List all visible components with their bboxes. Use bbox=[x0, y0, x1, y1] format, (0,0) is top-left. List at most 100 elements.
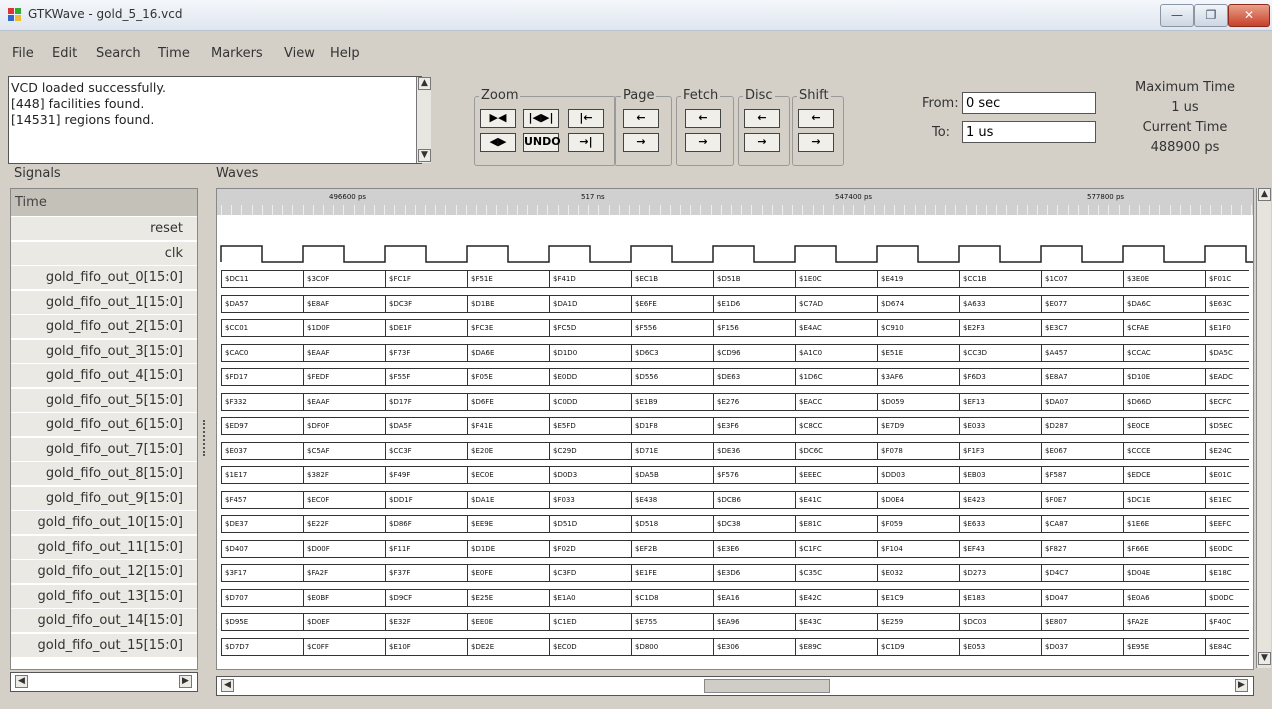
pane-splitter[interactable] bbox=[203, 420, 209, 456]
bus-value: $D00F bbox=[303, 540, 385, 557]
signal-name[interactable]: gold_fifo_out_11[15:0] bbox=[11, 535, 197, 560]
zoom-out-button[interactable]: ◀▶ bbox=[480, 133, 516, 152]
menu-edit[interactable]: Edit bbox=[52, 46, 77, 61]
scroll-up-icon[interactable]: ▲ bbox=[418, 77, 431, 90]
close-button[interactable]: ✕ bbox=[1228, 4, 1270, 27]
shift-right-button[interactable]: → bbox=[798, 133, 834, 152]
scroll-down-icon[interactable]: ▼ bbox=[418, 149, 431, 162]
to-input[interactable] bbox=[962, 121, 1096, 143]
menu-search[interactable]: Search bbox=[96, 46, 141, 61]
bus-value: $D1DE bbox=[467, 540, 549, 557]
ruler-tick bbox=[241, 205, 243, 215]
signal-name[interactable]: gold_fifo_out_10[15:0] bbox=[11, 511, 197, 535]
signal-name[interactable]: gold_fifo_out_14[15:0] bbox=[11, 609, 197, 633]
undo-button[interactable]: UNDO bbox=[523, 133, 561, 152]
maximize-button[interactable]: ❐ bbox=[1194, 4, 1228, 27]
minimize-button[interactable]: — bbox=[1160, 4, 1194, 27]
bus-value: $E89C bbox=[795, 638, 877, 655]
scroll-right-icon[interactable]: ▶ bbox=[1235, 679, 1248, 692]
zoom-fit-button[interactable]: ▶◀ bbox=[480, 109, 516, 128]
from-input[interactable] bbox=[962, 92, 1096, 114]
menu-view[interactable]: View bbox=[284, 46, 315, 61]
waves-pane[interactable]: 496600 ps 517 ns 547400 ps 577800 ps $DC11 $… bbox=[216, 188, 1254, 670]
signal-name[interactable]: gold_fifo_out_8[15:0] bbox=[11, 462, 197, 486]
bus-value: $D5EC bbox=[1205, 418, 1253, 434]
bus-value: $D037 bbox=[1041, 638, 1123, 655]
signal-name[interactable]: gold_fifo_out_0[15:0] bbox=[11, 266, 197, 290]
signal-name[interactable]: gold_fifo_out_4[15:0] bbox=[11, 364, 197, 388]
bus-value: $E3E6 bbox=[713, 540, 795, 557]
signal-name[interactable]: gold_fifo_out_1[15:0] bbox=[11, 290, 197, 315]
signal-name[interactable]: gold_fifo_out_9[15:0] bbox=[11, 486, 197, 511]
zoom-label: Zoom bbox=[479, 88, 521, 103]
log-line: [14531] regions found. bbox=[11, 112, 155, 127]
bus-value: $EAAF bbox=[303, 344, 385, 361]
log-scrollbar[interactable]: ▲ ▼ bbox=[416, 77, 431, 163]
signal-name[interactable]: clk bbox=[11, 241, 197, 266]
ruler-tick bbox=[1169, 205, 1171, 215]
ruler-tick bbox=[1220, 205, 1222, 215]
scroll-left-icon[interactable]: ◀ bbox=[221, 679, 234, 692]
signal-name[interactable]: gold_fifo_out_13[15:0] bbox=[11, 584, 197, 609]
bus-value: $D66D bbox=[1123, 393, 1205, 410]
ruler-tick bbox=[1088, 205, 1089, 215]
bus-value: $D9CF bbox=[385, 589, 467, 606]
bus-value: $E8A7 bbox=[1041, 369, 1123, 385]
ruler-tick bbox=[516, 205, 518, 215]
bus-value: $D800 bbox=[631, 638, 713, 655]
ruler-tick bbox=[1047, 205, 1049, 215]
bus-value: $E84C bbox=[1205, 638, 1253, 655]
scroll-left-icon[interactable]: ◀ bbox=[15, 675, 28, 688]
signal-name[interactable]: gold_fifo_out_2[15:0] bbox=[11, 315, 197, 339]
disc-right-button[interactable]: → bbox=[744, 133, 780, 152]
fetch-right-button[interactable]: → bbox=[685, 133, 721, 152]
bus-trace: $E037 $C5AF $CC3F $E20E $C29D $D71E $DE36 $DC6C… bbox=[221, 441, 1249, 460]
bus-value: $D059 bbox=[877, 393, 959, 410]
bus-value: $D04E bbox=[1123, 565, 1205, 581]
bus-value: $E067 bbox=[1041, 442, 1123, 459]
bus-value: $D1F8 bbox=[631, 418, 713, 434]
page-left-button[interactable]: ← bbox=[623, 109, 659, 128]
signal-name[interactable]: gold_fifo_out_7[15:0] bbox=[11, 437, 197, 462]
ruler-tick bbox=[1139, 205, 1140, 215]
zoom-start-button[interactable]: |← bbox=[568, 109, 604, 128]
signals-hscrollbar[interactable]: ◀ ▶ bbox=[10, 672, 198, 692]
bus-value: $E755 bbox=[631, 614, 713, 630]
bus-value: $ECFC bbox=[1205, 393, 1253, 410]
waves-vscrollbar[interactable]: ▲ ▼ bbox=[1256, 188, 1271, 668]
signal-name[interactable]: gold_fifo_out_12[15:0] bbox=[11, 560, 197, 584]
shift-left-button[interactable]: ← bbox=[798, 109, 834, 128]
menu-file[interactable]: File bbox=[12, 46, 34, 61]
scroll-up-icon[interactable]: ▲ bbox=[1258, 188, 1271, 201]
ruler-tick bbox=[782, 205, 783, 215]
signal-name[interactable]: gold_fifo_out_6[15:0] bbox=[11, 413, 197, 437]
ruler-tick bbox=[996, 205, 998, 215]
signal-name[interactable]: gold_fifo_out_3[15:0] bbox=[11, 339, 197, 364]
bus-value: $DA5B bbox=[631, 467, 713, 483]
page-right-button[interactable]: → bbox=[623, 133, 659, 152]
scroll-thumb[interactable] bbox=[704, 679, 830, 693]
from-label: From: bbox=[922, 96, 959, 111]
ruler-tick bbox=[1067, 205, 1069, 215]
menu-help[interactable]: Help bbox=[330, 46, 360, 61]
bus-value: $A1C0 bbox=[795, 344, 877, 361]
bus-value: $EC0E bbox=[467, 467, 549, 483]
ruler-tick bbox=[822, 205, 824, 215]
bus-value: $1D0F bbox=[303, 320, 385, 336]
disc-left-button[interactable]: ← bbox=[744, 109, 780, 128]
signal-name[interactable]: gold_fifo_out_5[15:0] bbox=[11, 388, 197, 413]
menu-time[interactable]: Time bbox=[158, 46, 190, 61]
menu-markers[interactable]: Markers bbox=[211, 46, 263, 61]
scroll-right-icon[interactable]: ▶ bbox=[179, 675, 192, 688]
scroll-down-icon[interactable]: ▼ bbox=[1258, 652, 1271, 665]
bus-value: $1E6E bbox=[1123, 516, 1205, 532]
zoom-end-button[interactable]: →| bbox=[568, 133, 604, 152]
signal-name[interactable]: gold_fifo_out_15[15:0] bbox=[11, 633, 197, 658]
waves-hscrollbar[interactable]: ◀ ▶ bbox=[216, 676, 1254, 696]
ruler-tick bbox=[231, 205, 233, 215]
signal-name[interactable]: reset bbox=[11, 217, 197, 241]
zoom-in-button[interactable]: |◀▶| bbox=[523, 109, 559, 128]
bus-value: $EEEC bbox=[795, 467, 877, 483]
fetch-left-button[interactable]: ← bbox=[685, 109, 721, 128]
bus-trace: $DA57 $E8AF $DC3F $D1BE $DA1D $E6FE $E1D6 $C7AD… bbox=[221, 294, 1249, 313]
